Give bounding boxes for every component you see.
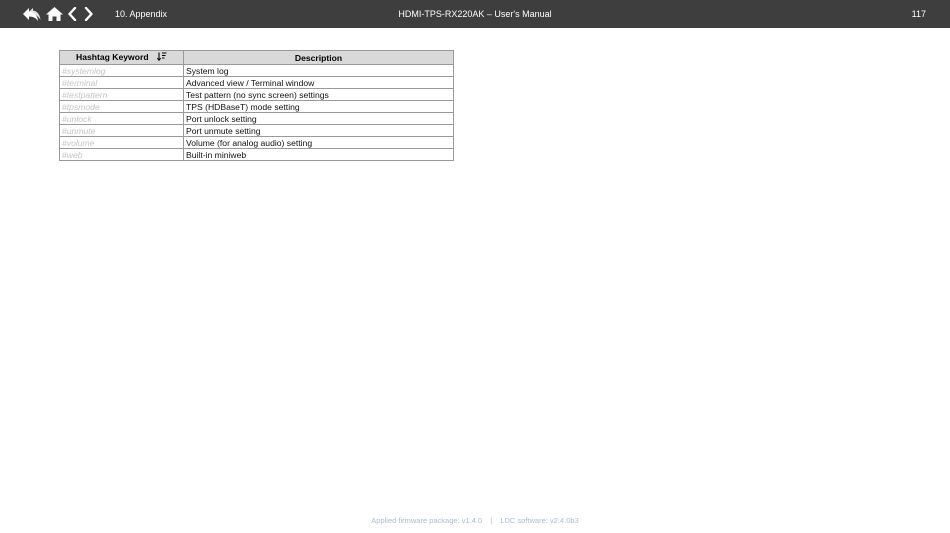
table-row: #web Built-in miniweb bbox=[59, 148, 454, 161]
table-row: #unmute Port unmute setting bbox=[59, 124, 454, 137]
description-cell: Built-in miniweb bbox=[183, 148, 454, 161]
keyword-cell: #volume bbox=[59, 136, 184, 149]
table-header-row: Hashtag Keyword Description bbox=[59, 50, 454, 65]
table-row: #terminal Advanced view / Terminal windo… bbox=[59, 76, 454, 89]
document-title: HDMI-TPS-RX220AK – User's Manual bbox=[398, 9, 552, 19]
description-cell: Test pattern (no sync screen) settings bbox=[183, 88, 454, 101]
keyword-cell: #web bbox=[59, 148, 184, 161]
keyword-cell: #systemlog bbox=[59, 64, 184, 77]
top-bar: 10. Appendix HDMI-TPS-RX220AK – User's M… bbox=[0, 0, 950, 28]
footer-separator: | bbox=[490, 516, 493, 525]
keyword-cell: #unlock bbox=[59, 112, 184, 125]
table-row: #systemlog System log bbox=[59, 64, 454, 77]
column-header-description: Description bbox=[183, 50, 454, 65]
table-row: #testpattern Test pattern (no sync scree… bbox=[59, 88, 454, 101]
keyword-cell: #testpattern bbox=[59, 88, 184, 101]
ldc-version-link[interactable]: LDC software: v2.4.0b3 bbox=[500, 516, 578, 525]
page-number: 117 bbox=[911, 9, 926, 19]
table-row: #tpsmode TPS (HDBaseT) mode setting bbox=[59, 100, 454, 113]
column-header-keyword[interactable]: Hashtag Keyword bbox=[59, 50, 184, 65]
description-cell: System log bbox=[183, 64, 454, 77]
table-row: #volume Volume (for analog audio) settin… bbox=[59, 136, 454, 149]
table-row: #unlock Port unlock setting bbox=[59, 112, 454, 125]
description-cell: Volume (for analog audio) setting bbox=[183, 136, 454, 149]
hashtag-keyword-table: Hashtag Keyword Description #systemlog S… bbox=[59, 50, 454, 161]
description-cell: Advanced view / Terminal window bbox=[183, 76, 454, 89]
page-footer: Applied firmware package: v1.4.0 | LDC s… bbox=[0, 516, 950, 525]
keyword-cell: #unmute bbox=[59, 124, 184, 137]
firmware-version-link[interactable]: Applied firmware package: v1.4.0 bbox=[371, 516, 482, 525]
description-cell: Port unmute setting bbox=[183, 124, 454, 137]
description-cell: Port unlock setting bbox=[183, 112, 454, 125]
sort-icon[interactable] bbox=[156, 52, 167, 63]
column-header-keyword-label: Hashtag Keyword bbox=[76, 51, 149, 62]
keyword-cell: #terminal bbox=[59, 76, 184, 89]
description-cell: TPS (HDBaseT) mode setting bbox=[183, 100, 454, 113]
keyword-cell: #tpsmode bbox=[59, 100, 184, 113]
